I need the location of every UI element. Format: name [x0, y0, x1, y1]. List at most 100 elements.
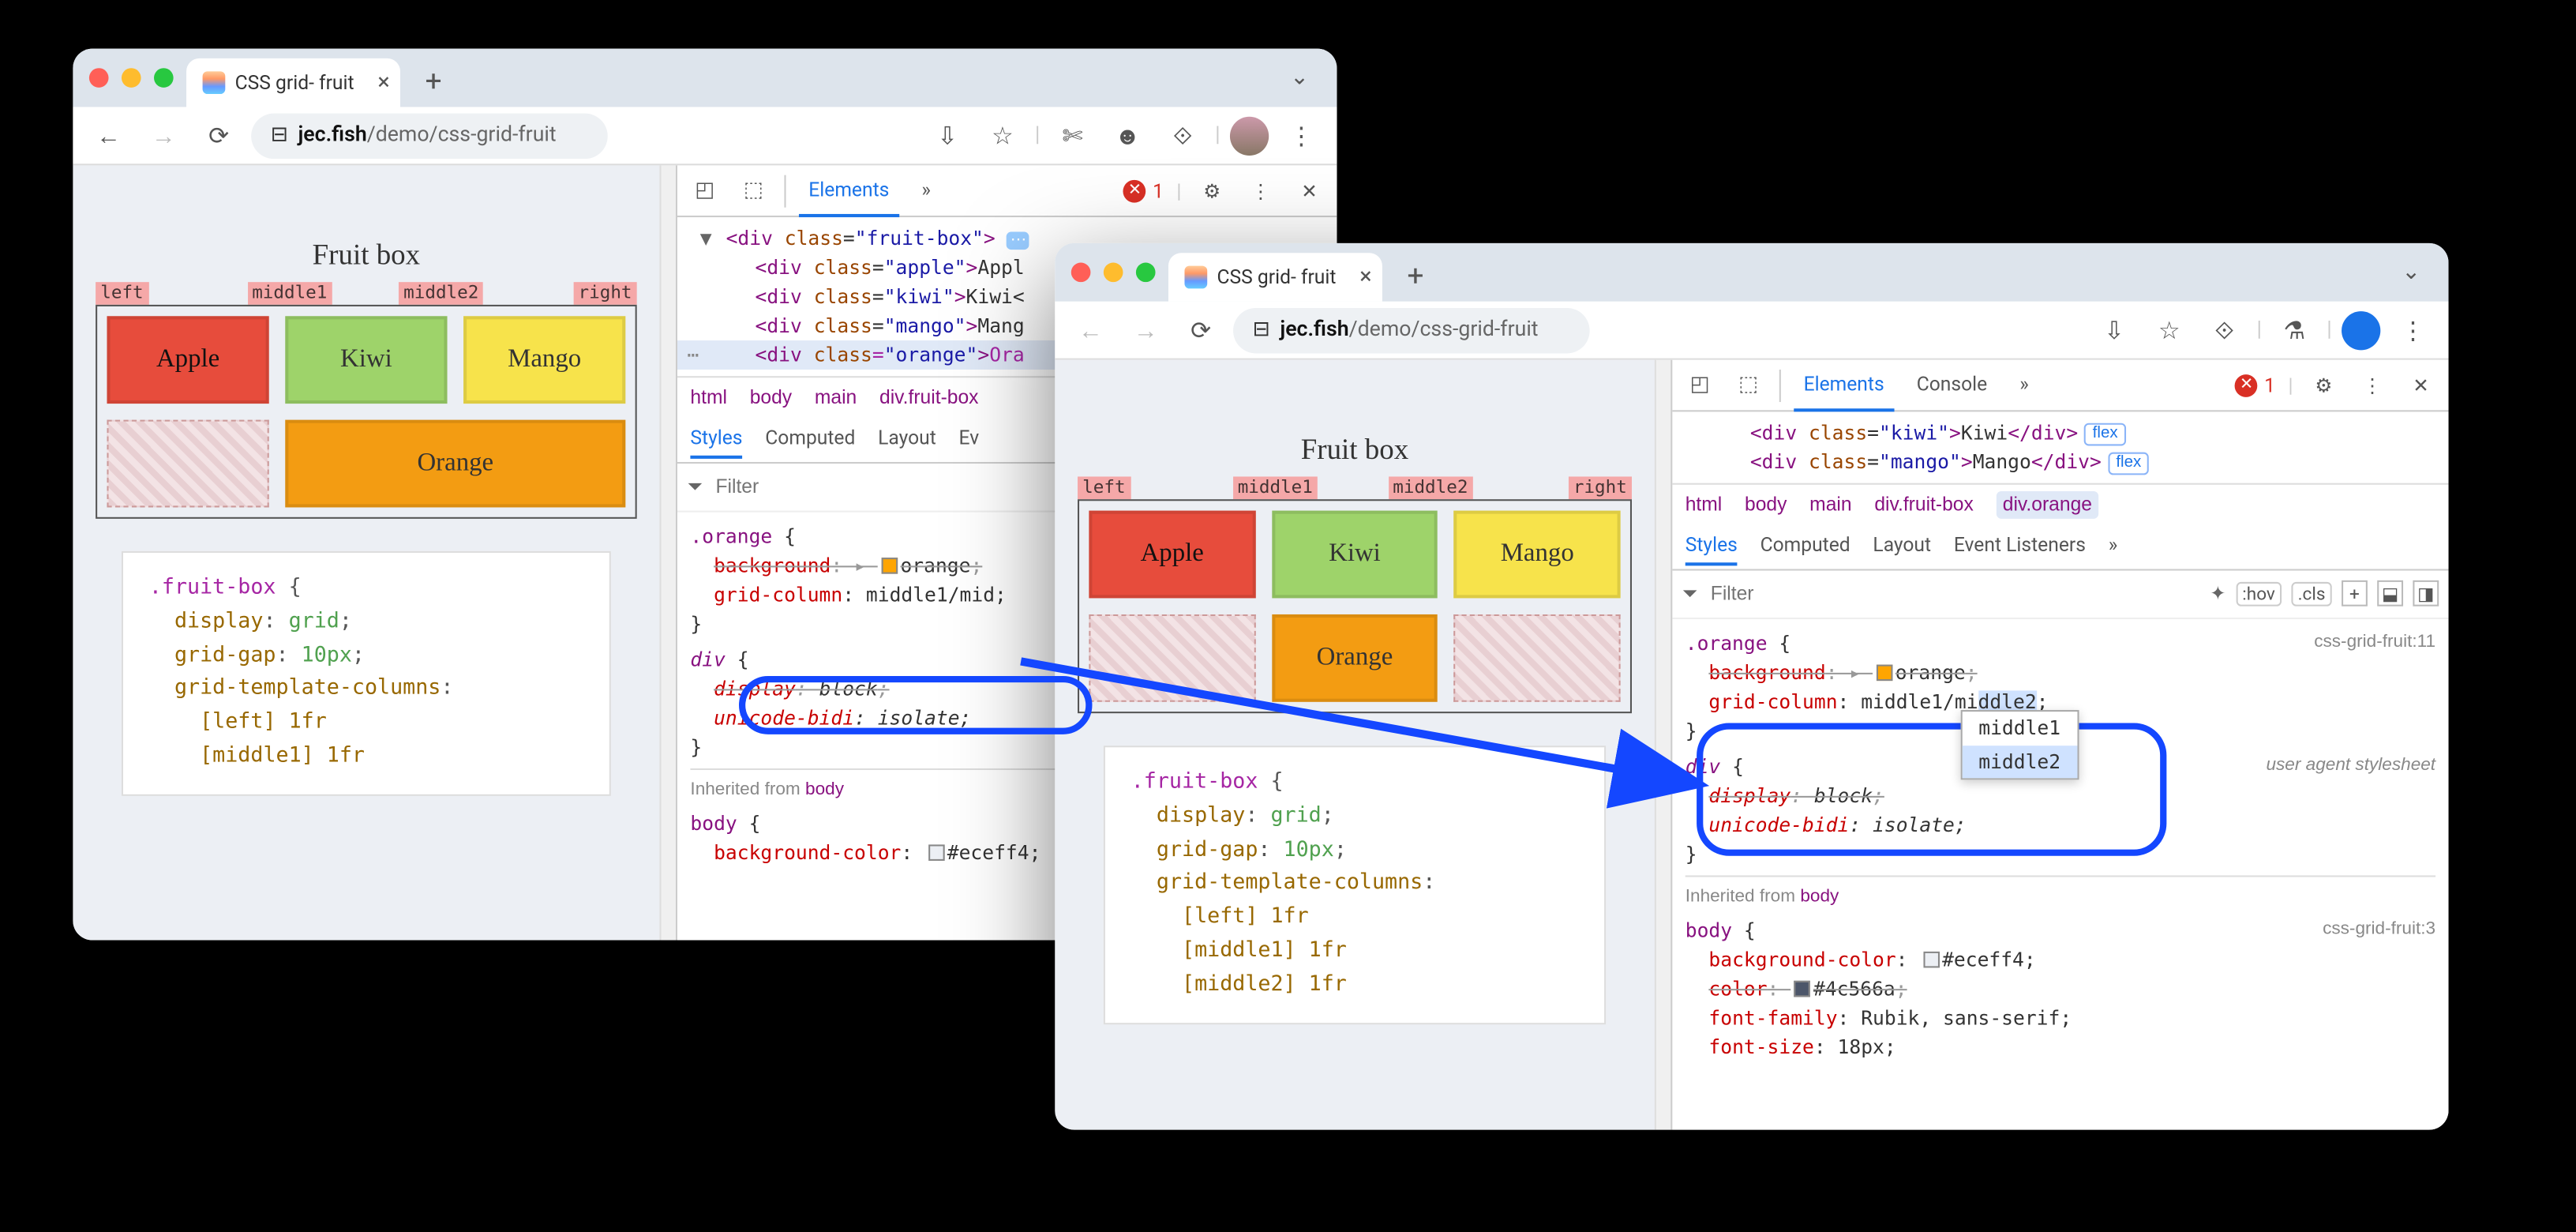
zoom-window-icon[interactable] — [1136, 263, 1156, 283]
zoom-window-icon[interactable] — [154, 68, 174, 88]
profile-avatar[interactable] — [1230, 116, 1269, 155]
devtools-menu-icon[interactable]: ⋮ — [1243, 179, 1278, 202]
toolbar: ← → ⟳ ⊟ jec.fish/demo/css-grid-fruit ⇩ ☆… — [1055, 302, 2448, 360]
chrome-menu-icon[interactable]: ⋮ — [2390, 307, 2435, 352]
favicon-icon — [203, 71, 226, 94]
scissors-icon[interactable]: ✄ — [1050, 113, 1095, 158]
page-scrollbar[interactable] — [1655, 360, 1671, 1130]
cell-orange: Orange — [285, 420, 625, 508]
sidebar-toggle-icon[interactable]: ◨ — [2413, 580, 2439, 607]
browser-tab[interactable]: CSS grid- fruit × — [1168, 253, 1382, 302]
devtools-settings-icon[interactable]: ⚙ — [1194, 179, 1230, 202]
favicon-icon — [1184, 266, 1207, 289]
subtab-layout[interactable]: Layout — [878, 420, 936, 459]
reload-button[interactable]: ⟳ — [1178, 307, 1223, 352]
page-title: Fruit box — [73, 239, 659, 272]
devtools-top-bar: ◰ ⬚ Elements Console » ✕1 | ⚙ ⋮ ✕ — [1672, 360, 2448, 412]
error-badge[interactable]: ✕1 — [1123, 179, 1164, 202]
back-button[interactable]: ← — [1068, 307, 1113, 352]
ai-icon[interactable]: ✦ — [2210, 583, 2226, 606]
device-toolbar-icon[interactable]: ⬚ — [736, 173, 771, 208]
inspect-element-icon[interactable]: ◰ — [687, 173, 722, 208]
subtab-computed[interactable]: Computed — [765, 420, 855, 459]
forward-button[interactable]: → — [1123, 307, 1168, 352]
tab-more[interactable]: » — [912, 165, 940, 216]
reload-button[interactable]: ⟳ — [196, 113, 241, 158]
styles-subtabs: Styles Computed Layout Event Listeners » — [1672, 525, 2448, 570]
new-tab-button[interactable]: + — [412, 60, 454, 102]
cell-apple: Apple — [1089, 511, 1255, 599]
extensions-icon[interactable]: ⟐ — [1160, 113, 1205, 158]
devtools-close-icon[interactable]: ✕ — [1292, 179, 1327, 202]
inspect-element-icon[interactable]: ◰ — [1682, 367, 1718, 403]
browser-tab[interactable]: CSS grid- fruit × — [186, 58, 399, 107]
chrome-menu-icon[interactable]: ⋮ — [1279, 113, 1324, 158]
filter-icon: ⏷ — [687, 475, 703, 499]
computed-toggle-icon[interactable]: ⬓ — [2377, 580, 2403, 607]
traffic-lights[interactable] — [1071, 263, 1156, 283]
value-autocomplete-popup[interactable]: middle1 middle2 — [1961, 710, 2079, 780]
hover-toggle[interactable]: :hov — [2236, 581, 2282, 606]
subtab-computed[interactable]: Computed — [1760, 528, 1850, 566]
site-info-icon[interactable]: ⊟ — [1253, 317, 1270, 342]
tab-close-icon[interactable]: × — [1359, 265, 1371, 291]
close-window-icon[interactable] — [89, 68, 109, 88]
cell-mango: Mango — [1454, 511, 1621, 599]
tab-elements[interactable]: Elements — [799, 165, 899, 216]
page-viewport: Fruit box left middle1 middle2 right App… — [73, 165, 659, 940]
bookmark-star-icon[interactable]: ☆ — [980, 113, 1025, 158]
new-rule-icon[interactable]: + — [2342, 580, 2368, 607]
traffic-lights[interactable] — [89, 68, 174, 88]
site-info-icon[interactable]: ⊟ — [271, 123, 288, 148]
tab-console[interactable]: Console — [1907, 360, 1997, 411]
dom-breadcrumbs[interactable]: html body main div.fruit-box div.orange — [1672, 483, 2448, 525]
install-app-icon[interactable]: ⇩ — [924, 113, 969, 158]
cell-kiwi: Kiwi — [285, 316, 447, 404]
cell-kiwi: Kiwi — [1272, 511, 1438, 599]
css-code-display: .fruit-box { display: grid; grid-gap: 10… — [122, 551, 611, 795]
styles-filter-input[interactable] — [1708, 580, 2200, 607]
address-bar[interactable]: ⊟ jec.fish/demo/css-grid-fruit — [1233, 307, 1590, 352]
error-badge[interactable]: ✕1 — [2235, 374, 2275, 396]
devtools-settings-icon[interactable]: ⚙ — [2306, 374, 2342, 396]
tabs-dropdown-icon[interactable]: ⌄ — [2390, 251, 2432, 293]
tab-close-icon[interactable]: × — [377, 69, 389, 96]
labs-icon[interactable]: ⚗ — [2271, 307, 2316, 352]
profile-avatar[interactable] — [2342, 310, 2380, 349]
subtab-more[interactable]: » — [2109, 528, 2118, 566]
tab-elements[interactable]: Elements — [1794, 360, 1894, 411]
minimize-window-icon[interactable] — [1104, 263, 1123, 283]
new-tab-button[interactable]: + — [1394, 254, 1436, 296]
device-toolbar-icon[interactable]: ⬚ — [1730, 367, 1766, 403]
styles-filter-bar: ⏷ ✦ :hov .cls + ⬓ ◨ — [1672, 570, 2448, 619]
autocomplete-option[interactable]: middle1 — [1963, 712, 2077, 746]
subtab-layout[interactable]: Layout — [1873, 528, 1931, 566]
tabs-dropdown-icon[interactable]: ⌄ — [1279, 57, 1321, 99]
subtab-event-listeners[interactable]: Event Listeners — [1954, 528, 2086, 566]
subtab-event[interactable]: Ev — [959, 420, 980, 459]
css-code-display: .fruit-box { display: grid; grid-gap: 10… — [1104, 746, 1606, 1024]
install-app-icon[interactable]: ⇩ — [2091, 307, 2136, 352]
extensions-icon[interactable]: ⟐ — [2202, 307, 2247, 352]
cls-toggle[interactable]: .cls — [2291, 581, 2331, 606]
back-button[interactable]: ← — [86, 113, 131, 158]
autocomplete-option[interactable]: middle2 — [1963, 745, 2077, 779]
annotation-highlight — [739, 676, 1092, 734]
robot-icon[interactable]: ☻ — [1105, 113, 1150, 158]
devtools-close-icon[interactable]: ✕ — [2403, 374, 2439, 396]
forward-button[interactable]: → — [141, 113, 186, 158]
bookmark-star-icon[interactable]: ☆ — [2147, 307, 2192, 352]
close-window-icon[interactable] — [1071, 263, 1091, 283]
subtab-styles[interactable]: Styles — [690, 420, 742, 459]
tab-title: CSS grid- fruit — [1217, 266, 1337, 289]
page-scrollbar[interactable] — [659, 165, 676, 940]
minimize-window-icon[interactable] — [122, 68, 141, 88]
subtab-styles[interactable]: Styles — [1685, 528, 1738, 566]
tab-more[interactable]: » — [2010, 360, 2038, 411]
dom-tree[interactable]: <div class="kiwi">Kiwi</div>flex <div cl… — [1672, 411, 2448, 483]
devtools-menu-icon[interactable]: ⋮ — [2354, 374, 2390, 396]
tab-title: CSS grid- fruit — [235, 71, 354, 94]
address-bar[interactable]: ⊟ jec.fish/demo/css-grid-fruit — [251, 113, 608, 158]
browser-window-after: CSS grid- fruit × + ⌄ ← → ⟳ ⊟ jec.fish/d… — [1055, 243, 2448, 1130]
titlebar: CSS grid- fruit × + ⌄ — [1055, 243, 2448, 302]
